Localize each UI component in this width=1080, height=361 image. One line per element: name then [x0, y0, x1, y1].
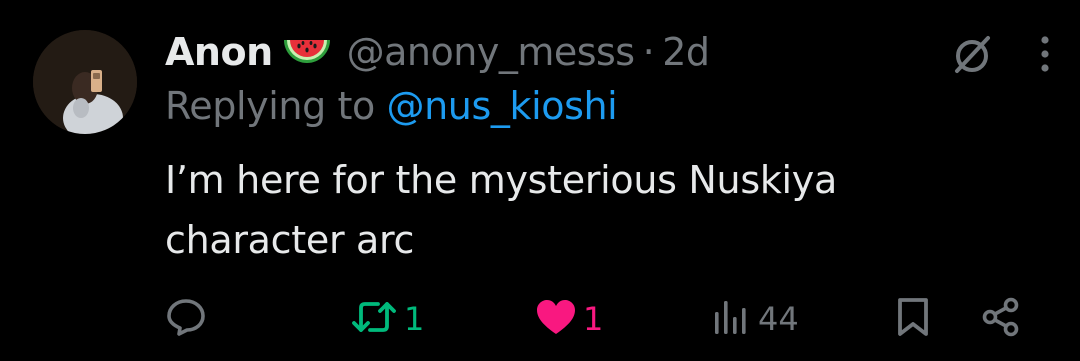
views-icon	[710, 296, 752, 342]
grok-icon[interactable]	[948, 30, 996, 78]
retweet-icon	[350, 296, 398, 342]
timestamp[interactable]: 2d	[662, 30, 710, 74]
reply-icon	[165, 296, 207, 342]
more-vertical-icon[interactable]	[1040, 34, 1050, 74]
reply-mention-link[interactable]: @nus_kioshi	[387, 84, 618, 128]
retweet-count: 1	[404, 300, 425, 338]
tweet-card[interactable]: Anon @anony_messs · 2d Replying to @nus_…	[0, 0, 1080, 361]
share-button[interactable]	[980, 294, 1022, 344]
watermelon-icon	[281, 32, 333, 72]
like-button[interactable]: 1	[535, 294, 603, 344]
like-count: 1	[583, 300, 604, 338]
header-actions	[948, 30, 1050, 78]
retweet-button[interactable]: 1	[350, 294, 424, 344]
separator-dot: ·	[642, 30, 655, 74]
avatar[interactable]	[33, 30, 137, 134]
tweet-header: Anon @anony_messs · 2d	[165, 28, 710, 76]
tweet-text: I’m here for the mysterious Nuskiya char…	[165, 150, 1025, 270]
bookmark-button[interactable]	[895, 294, 931, 344]
reply-button[interactable]	[165, 294, 213, 344]
display-name[interactable]: Anon	[165, 30, 273, 74]
share-icon	[980, 296, 1022, 342]
action-bar: 1 1 44	[165, 294, 1035, 344]
tweet-text-line: character arc	[165, 218, 415, 262]
bookmark-icon	[895, 296, 931, 342]
replying-prefix: Replying to	[165, 84, 387, 128]
heart-filled-icon	[535, 297, 577, 341]
views-count: 44	[758, 300, 799, 338]
tweet-text-line: I’m here for the mysterious Nuskiya	[165, 158, 837, 202]
replying-to: Replying to @nus_kioshi	[165, 84, 618, 128]
user-handle[interactable]: @anony_messs	[347, 30, 635, 74]
views-button[interactable]: 44	[710, 294, 799, 344]
